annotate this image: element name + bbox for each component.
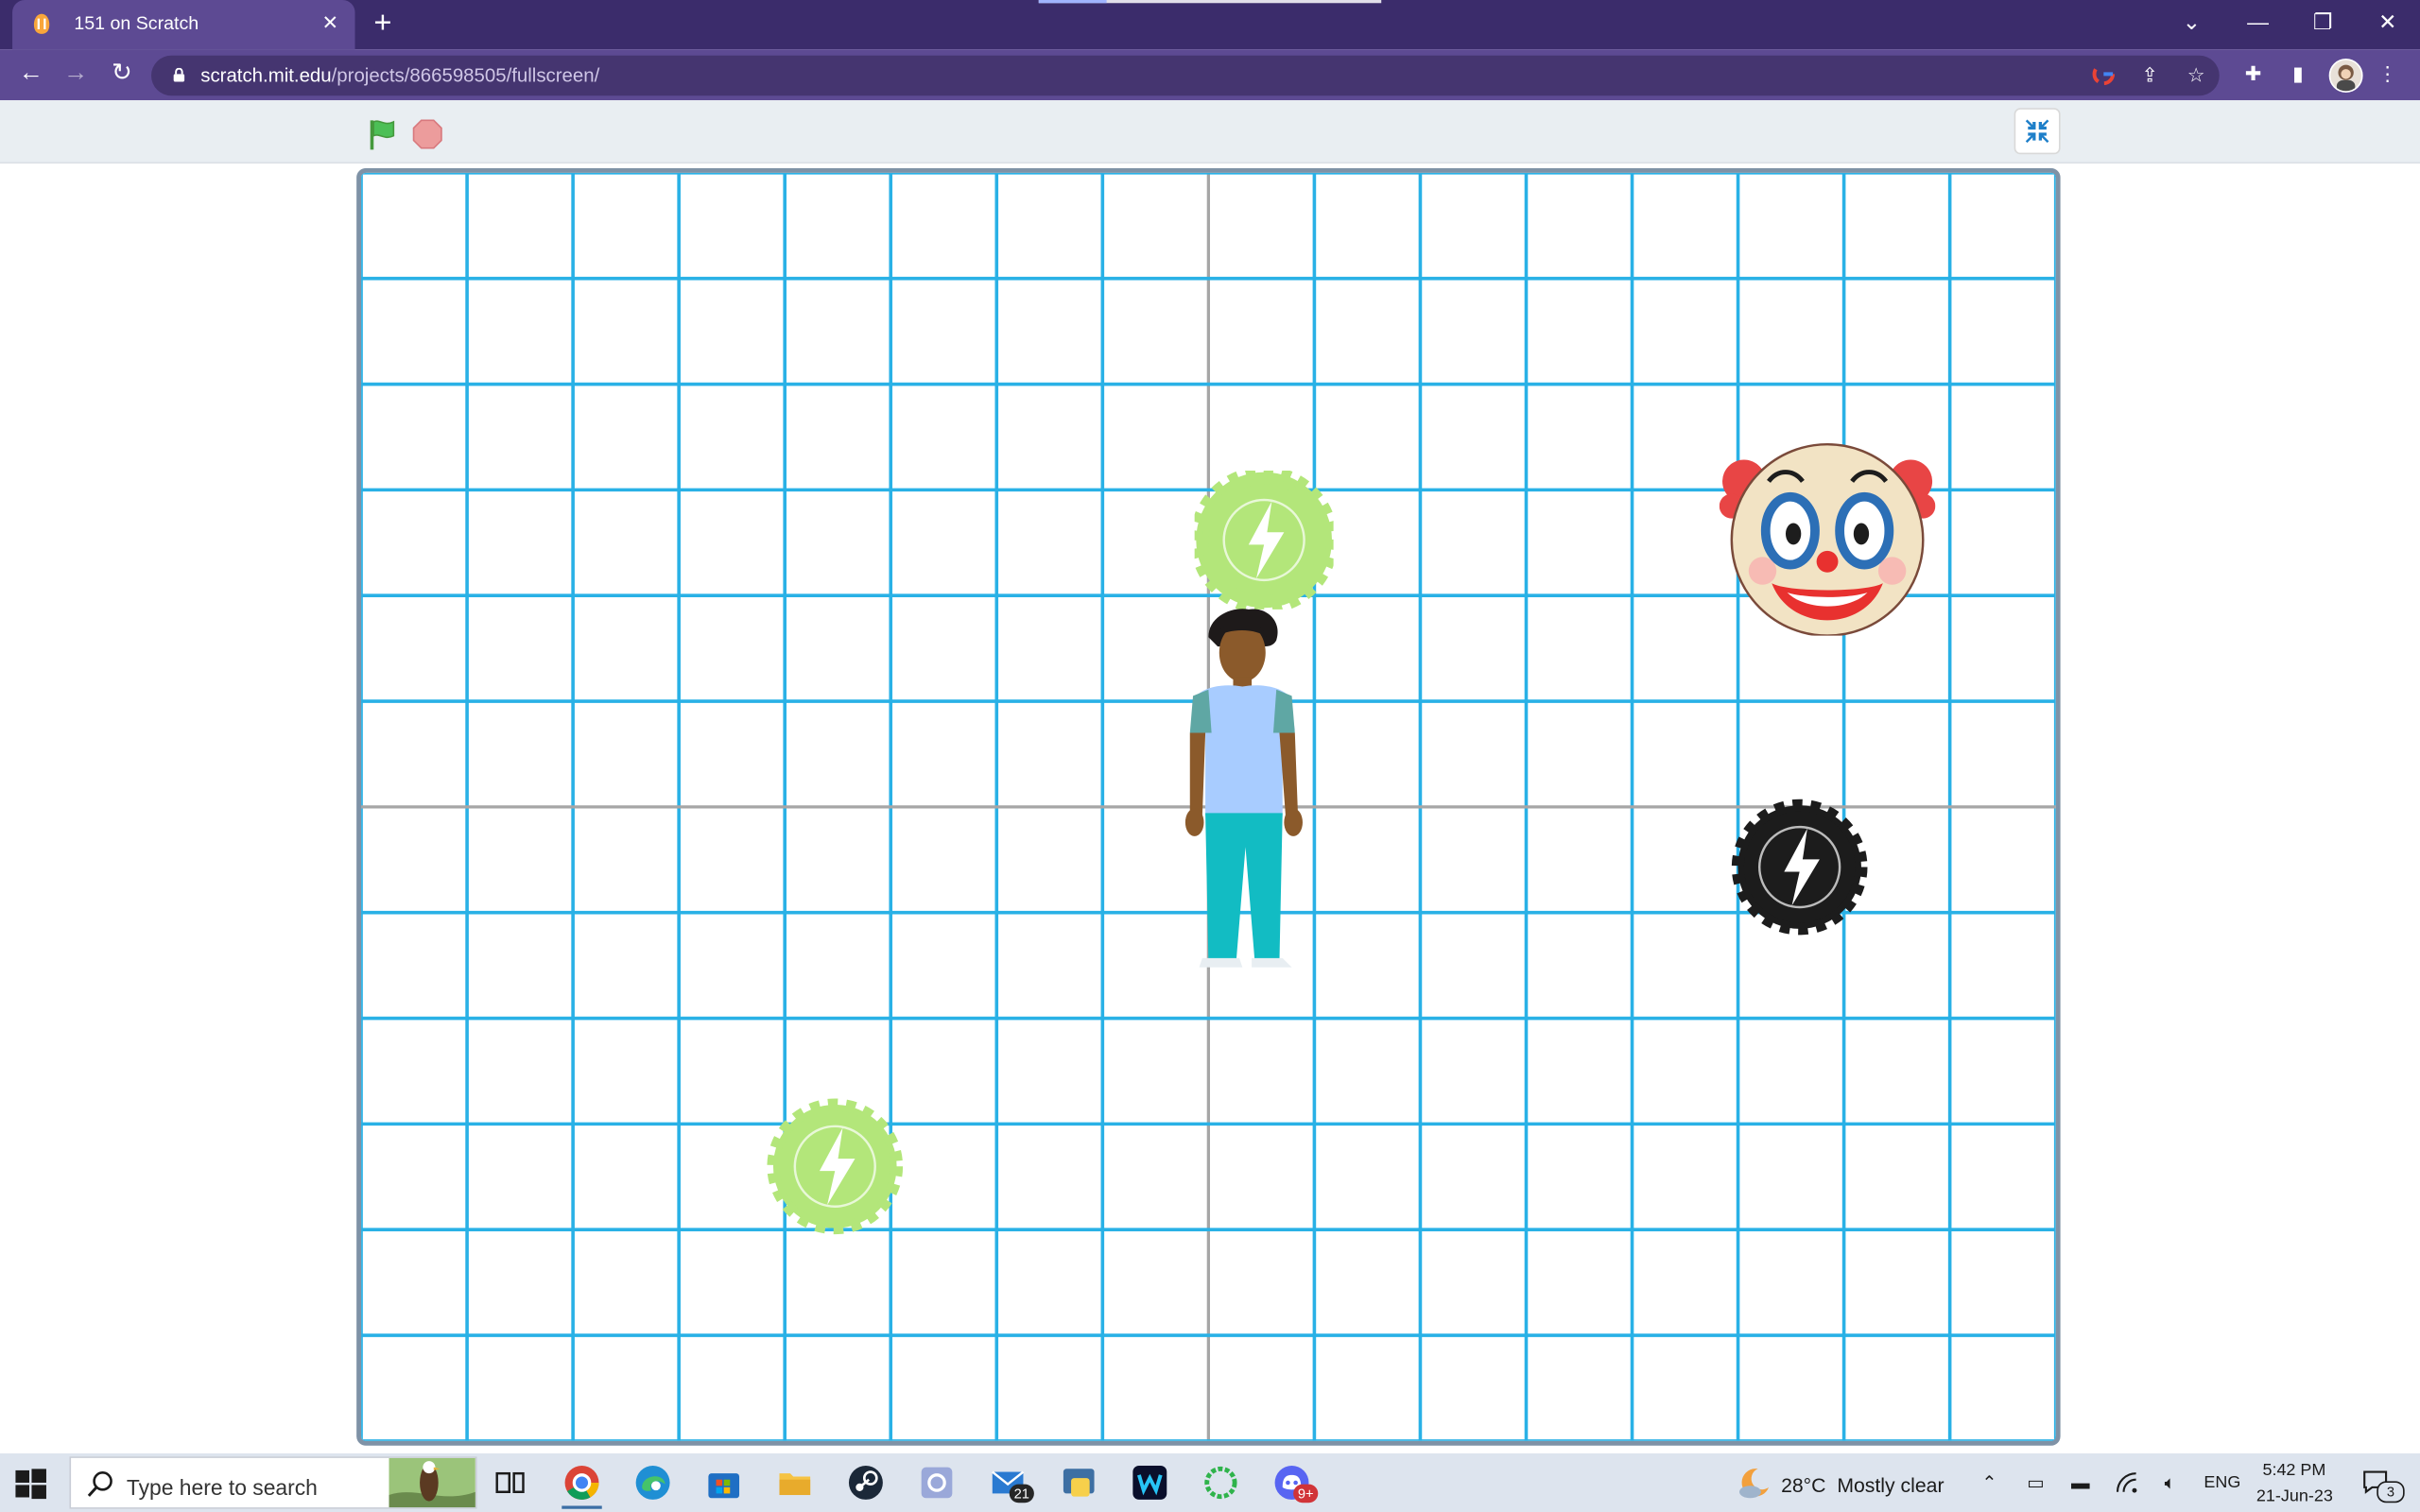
store-icon[interactable] [703, 1463, 743, 1503]
stop-icon[interactable] [412, 119, 443, 150]
scratch-stage[interactable] [356, 167, 2061, 1446]
back-button[interactable]: ← [14, 59, 48, 90]
weather-temperature: 28°C [1781, 1473, 1826, 1497]
profile-avatar[interactable] [2328, 59, 2363, 93]
reload-button[interactable]: ↻ [105, 59, 139, 90]
bookmark-star-icon[interactable]: ☆ [2183, 61, 2210, 89]
exit-fullscreen-button[interactable] [2014, 108, 2061, 155]
clown-face-sprite[interactable] [1719, 438, 1936, 636]
wifi-icon[interactable] [2115, 1470, 2139, 1495]
steam-icon[interactable] [846, 1463, 886, 1503]
clock-time[interactable]: 5:42 PM [2262, 1461, 2325, 1480]
browser-toolbar: ← → ↻ scratch.mit.edu/projects/866598505… [0, 49, 2420, 101]
minimize-button[interactable]: — [2237, 5, 2280, 39]
tab-search-icon[interactable]: ⌄ [2170, 5, 2214, 39]
tab-close-icon[interactable]: ✕ [318, 10, 342, 35]
edge-icon[interactable] [632, 1463, 672, 1503]
energy-gear-green-icon[interactable] [1194, 470, 1334, 610]
close-window-button[interactable]: ✕ [2366, 5, 2410, 39]
tab-strip-highlight-accent [1038, 0, 1107, 4]
person-sprite[interactable] [1171, 600, 1320, 971]
windows-taskbar: Type here to search 21 9+ 28°C Mostly cl… [0, 1452, 2420, 1512]
scratch-cat-icon [33, 13, 50, 34]
forward-button[interactable]: → [59, 59, 93, 90]
mail-icon[interactable]: 21 [988, 1463, 1034, 1503]
python-icon[interactable] [1059, 1463, 1098, 1503]
language-indicator[interactable]: ENG [2204, 1473, 2240, 1492]
weather-moon-icon[interactable] [1737, 1464, 1773, 1501]
energy-gear-green-icon[interactable] [766, 1097, 905, 1236]
meet-now-icon[interactable]: ▭ [2023, 1470, 2048, 1495]
url-path: /projects/866598505/fullscreen/ [331, 64, 600, 87]
side-panel-icon[interactable]: ▮ [2284, 60, 2311, 88]
google-icon[interactable] [2090, 61, 2118, 89]
chrome-icon[interactable] [562, 1463, 602, 1509]
file-explorer-icon[interactable] [775, 1463, 815, 1503]
discord-badge: 9+ [1293, 1484, 1319, 1503]
extensions-icon[interactable]: ✚ [2239, 60, 2267, 88]
active-app-indicator [562, 1505, 602, 1509]
discord-icon[interactable]: 9+ [1271, 1463, 1319, 1503]
address-bar[interactable]: scratch.mit.edu/projects/866598505/fulls… [150, 55, 2220, 96]
restore-button[interactable]: ❐ [2301, 5, 2344, 39]
notification-count: 3 [2377, 1481, 2405, 1503]
webex-icon[interactable] [1130, 1463, 1169, 1503]
volume-icon[interactable]: 🔈︎ [2157, 1470, 2182, 1495]
browser-tab-strip: 151 on Scratch ✕ + ⌄ — ❐ ✕ [0, 0, 2420, 50]
new-tab-button[interactable]: + [368, 8, 399, 39]
mail-badge: 21 [1009, 1484, 1034, 1503]
search-highlight-eagle-icon [389, 1457, 475, 1508]
url-domain: scratch.mit.edu [200, 64, 332, 87]
url-text: scratch.mit.edu/projects/866598505/fulls… [200, 65, 599, 87]
browser-tab[interactable]: 151 on Scratch ✕ [12, 0, 355, 50]
share-icon[interactable]: ⇪ [2136, 61, 2164, 89]
exit-fullscreen-icon [2025, 119, 2049, 144]
taskbar-search-box[interactable]: Type here to search [69, 1456, 477, 1509]
green-flag-icon[interactable] [366, 117, 400, 151]
lock-icon [173, 67, 185, 82]
ring-app-icon[interactable] [1201, 1463, 1240, 1503]
energy-gear-black-icon[interactable] [1730, 798, 1869, 936]
search-icon [87, 1471, 112, 1497]
weather-summary[interactable]: 28°C Mostly clear [1781, 1473, 1944, 1496]
windows-start-icon[interactable] [15, 1469, 46, 1500]
scratch-controls-bar [0, 100, 2420, 164]
show-hidden-icons-chevron-icon[interactable]: ⌃ [1977, 1470, 2001, 1495]
chrome-menu-icon[interactable]: ⋮ [2374, 60, 2401, 88]
notification-center-icon[interactable]: 3 [2361, 1469, 2405, 1503]
battery-icon[interactable]: ▬ [2068, 1470, 2093, 1495]
app-icon[interactable] [917, 1463, 957, 1503]
clock-date[interactable]: 21-Jun-23 [2256, 1487, 2333, 1506]
task-view-icon[interactable] [491, 1463, 530, 1503]
tab-title: 151 on Scratch [74, 12, 199, 34]
search-placeholder: Type here to search [126, 1474, 318, 1500]
weather-condition: Mostly clear [1837, 1473, 1945, 1497]
